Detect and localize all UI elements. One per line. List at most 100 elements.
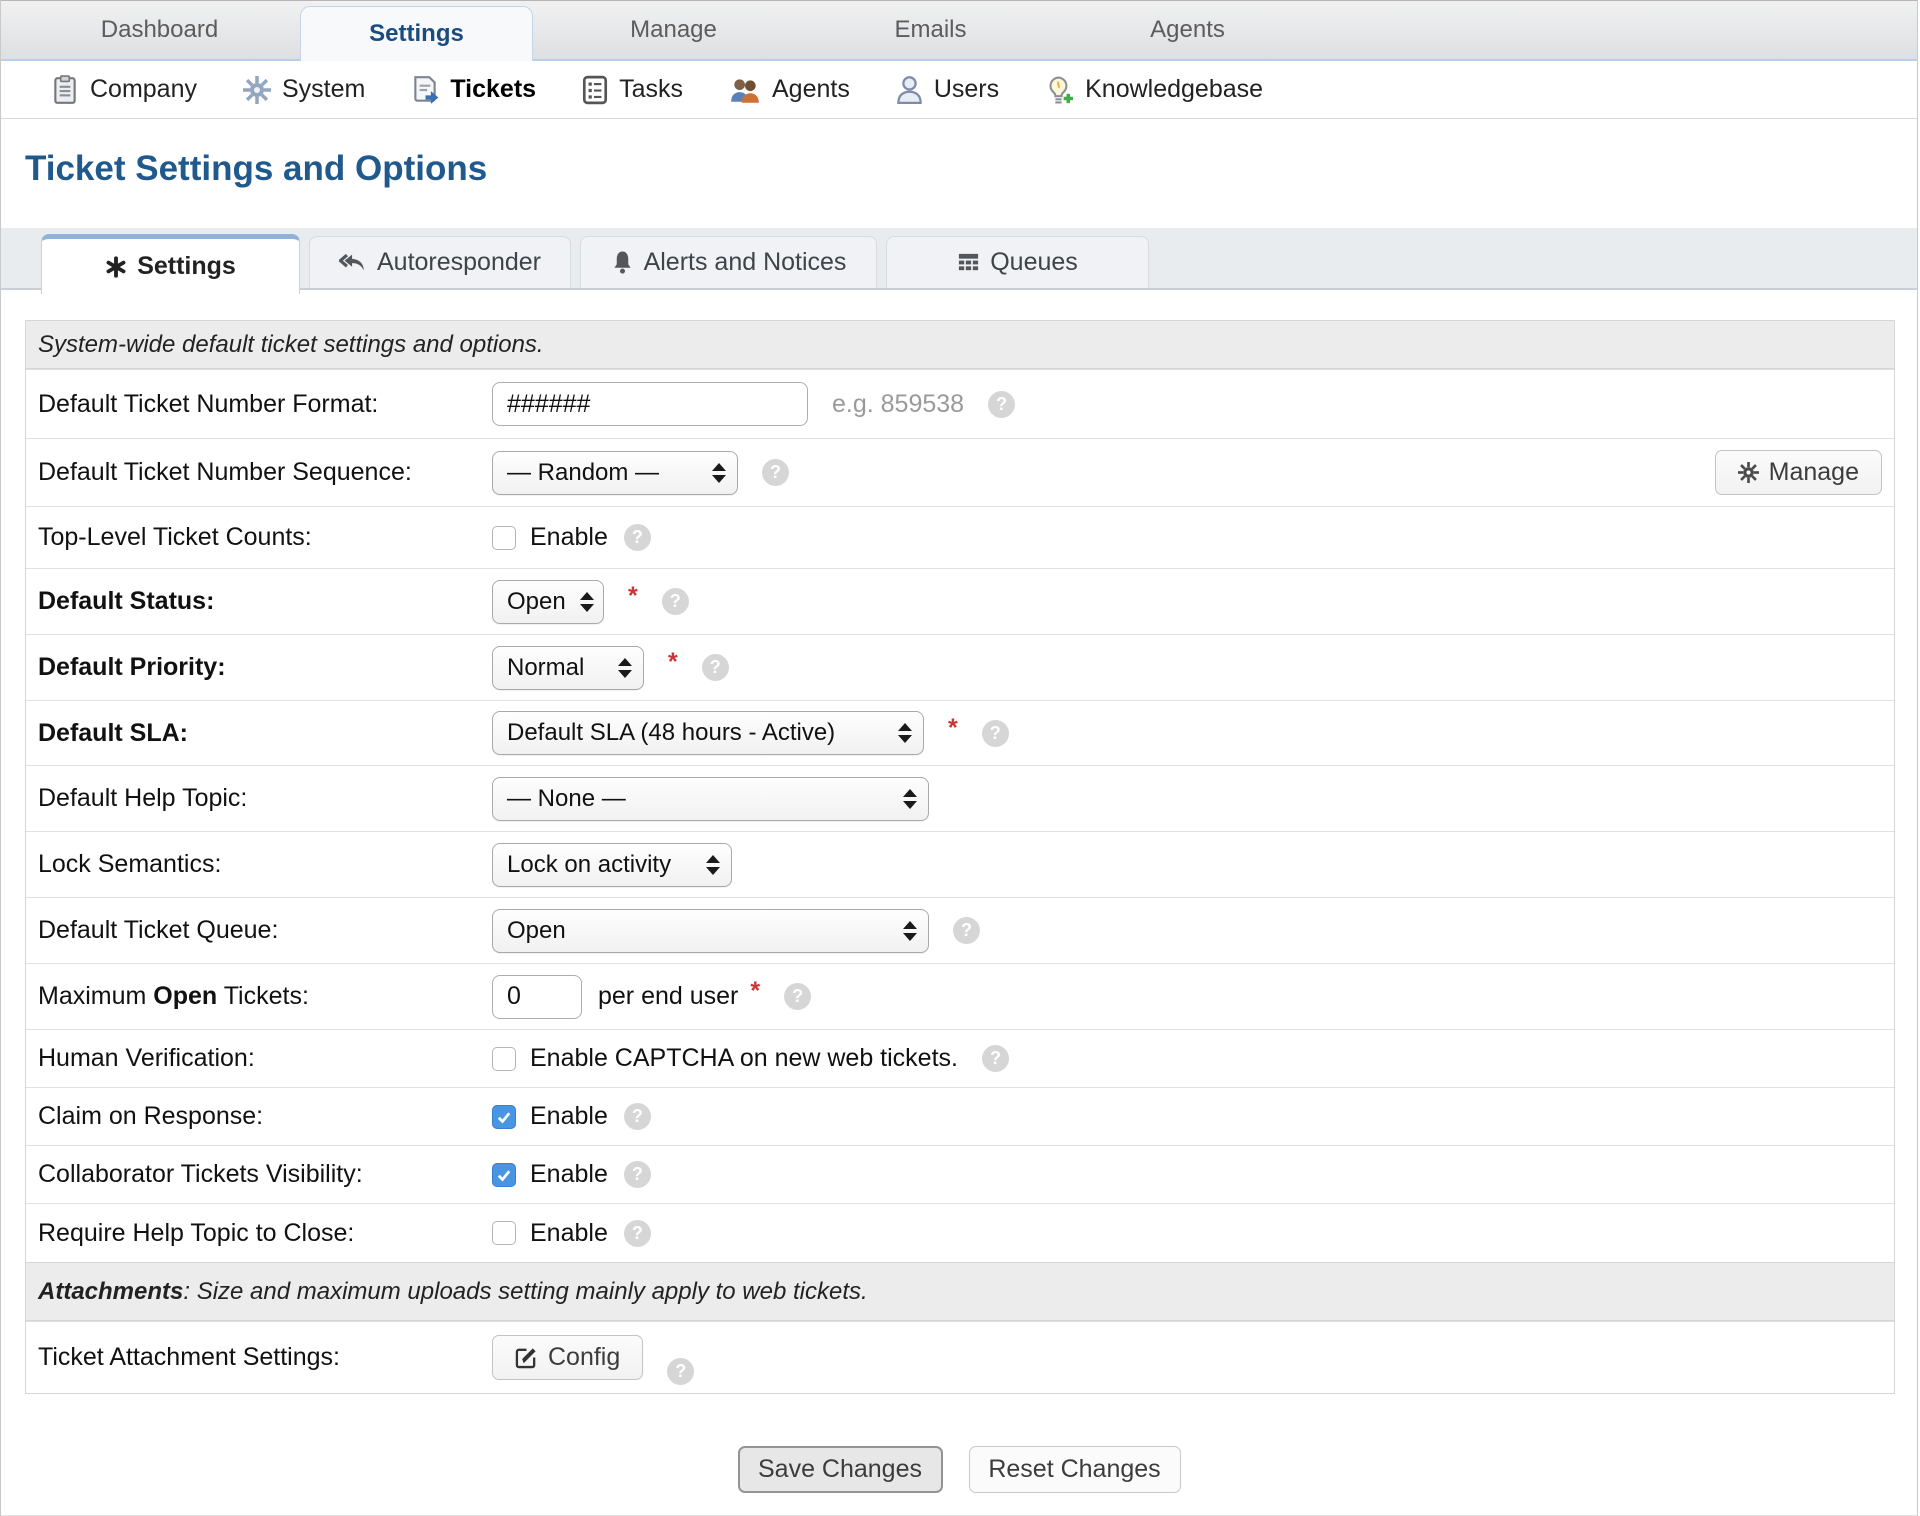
bell-icon bbox=[611, 250, 634, 275]
subnav-item-knowledgebase[interactable]: Knowledgebase bbox=[1045, 75, 1263, 105]
ticket-document-icon bbox=[411, 75, 439, 105]
help-icon[interactable]: ? bbox=[762, 459, 789, 486]
select-value: Lock on activity bbox=[507, 850, 672, 878]
topnav-tab-manage[interactable]: Manage bbox=[545, 1, 802, 59]
tab-queues[interactable]: Queues bbox=[886, 236, 1149, 288]
required-asterisk: * bbox=[668, 648, 678, 676]
collaborator-visibility-checkbox[interactable] bbox=[492, 1162, 516, 1187]
claim-on-response-checkbox[interactable] bbox=[492, 1104, 516, 1129]
row-require-help-topic-to-close: Require Help Topic to Close: Enable ? bbox=[26, 1203, 1894, 1262]
help-icon[interactable]: ? bbox=[988, 390, 1016, 418]
row-top-level-ticket-counts: Top-Level Ticket Counts: Enable ? bbox=[26, 506, 1894, 568]
row-default-ticket-number-sequence: Default Ticket Number Sequence: — Random… bbox=[26, 438, 1894, 506]
required-asterisk: * bbox=[750, 977, 761, 1005]
checkbox-label: Enable bbox=[530, 1102, 608, 1130]
help-icon[interactable]: ? bbox=[701, 654, 729, 681]
require-help-topic-checkbox[interactable] bbox=[492, 1221, 516, 1245]
default-ticket-queue-select[interactable]: Open bbox=[492, 908, 929, 953]
topnav-tab-dashboard[interactable]: Dashboard bbox=[31, 1, 288, 59]
row-lock-semantics: Lock Semantics: Lock on activity bbox=[26, 831, 1894, 897]
tab-label: Queues bbox=[990, 248, 1078, 276]
tab-alerts-and-notices[interactable]: Alerts and Notices bbox=[580, 236, 877, 288]
help-icon[interactable]: ? bbox=[623, 1219, 651, 1247]
captcha-checkbox[interactable] bbox=[492, 1046, 516, 1071]
select-value: Default SLA (48 hours - Active) bbox=[507, 719, 836, 746]
subnav-label: Agents bbox=[771, 75, 850, 103]
row-human-verification: Human Verification: Enable CAPTCHA on ne… bbox=[26, 1029, 1894, 1087]
subnav-item-tasks[interactable]: Tasks bbox=[582, 75, 683, 105]
max-open-tickets-input[interactable]: 0 bbox=[492, 974, 582, 1019]
config-attachments-button[interactable]: Config bbox=[492, 1335, 644, 1380]
topnav-tab-emails[interactable]: Emails bbox=[802, 1, 1059, 59]
asterisk-icon bbox=[105, 255, 127, 278]
help-icon[interactable]: ? bbox=[953, 917, 980, 944]
help-icon[interactable]: ? bbox=[784, 983, 812, 1010]
select-arrows-icon bbox=[712, 462, 726, 483]
subnav-label: Tickets bbox=[450, 75, 537, 103]
help-icon[interactable]: ? bbox=[623, 1103, 651, 1130]
select-arrows-icon bbox=[579, 591, 594, 612]
field-label: Claim on Response: bbox=[38, 1102, 264, 1130]
task-list-icon bbox=[582, 75, 608, 105]
subnav-label: System bbox=[282, 75, 366, 103]
select-value: Normal bbox=[507, 653, 585, 681]
topnav-tab-settings[interactable]: Settings bbox=[300, 6, 533, 61]
required-asterisk: * bbox=[948, 713, 958, 742]
subnav-item-system[interactable]: System bbox=[243, 75, 365, 104]
help-icon[interactable]: ? bbox=[667, 1358, 695, 1385]
row-maximum-open-tickets: Maximum Open Tickets: 0 per end user * ? bbox=[26, 963, 1894, 1029]
section-header-general: System-wide default ticket settings and … bbox=[26, 321, 1894, 369]
subnav-item-users[interactable]: Users bbox=[896, 75, 999, 104]
subnav-item-agents[interactable]: Agents bbox=[729, 75, 850, 104]
row-default-sla: Default SLA: Default SLA (48 hours - Act… bbox=[26, 700, 1894, 765]
default-sla-select[interactable]: Default SLA (48 hours - Active) bbox=[492, 711, 924, 755]
lock-semantics-select[interactable]: Lock on activity bbox=[492, 842, 732, 887]
top-level-counts-checkbox[interactable] bbox=[492, 525, 516, 550]
field-label: Default Ticket Number Format: bbox=[38, 389, 379, 418]
tab-settings[interactable]: Settings bbox=[41, 234, 300, 294]
ticket-number-format-input[interactable]: ###### bbox=[492, 382, 808, 426]
checkbox-label: Enable bbox=[530, 1218, 608, 1247]
tab-label: Alerts and Notices bbox=[643, 248, 847, 276]
select-arrows-icon bbox=[903, 788, 917, 809]
select-value: Open bbox=[507, 587, 566, 615]
field-label: Default Ticket Queue: bbox=[38, 916, 279, 944]
user-icon bbox=[896, 75, 923, 104]
tab-autoresponder[interactable]: Autoresponder bbox=[309, 236, 571, 288]
reset-changes-button[interactable]: Reset Changes bbox=[968, 1446, 1181, 1493]
tab-label: Autoresponder bbox=[376, 248, 541, 276]
top-navigation: Dashboard Settings Manage Emails Agents bbox=[1, 0, 1917, 61]
help-icon[interactable]: ? bbox=[981, 719, 1009, 747]
reply-all-icon bbox=[338, 251, 367, 275]
field-suffix: per end user bbox=[598, 982, 739, 1010]
field-label: Default Priority: bbox=[38, 653, 226, 681]
agents-people-icon bbox=[729, 76, 761, 104]
row-default-ticket-queue: Default Ticket Queue: Open ? bbox=[26, 897, 1894, 963]
select-arrows-icon bbox=[706, 854, 720, 875]
row-collaborator-tickets-visibility: Collaborator Tickets Visibility: Enable … bbox=[26, 1145, 1894, 1203]
admin-panel-page: Dashboard Settings Manage Emails Agents … bbox=[0, 0, 1918, 1516]
save-changes-button[interactable]: Save Changes bbox=[737, 1446, 943, 1493]
settings-sub-navigation: Company System Tickets Tasks Agents User… bbox=[1, 61, 1917, 119]
row-default-priority: Default Priority: Normal * ? bbox=[26, 634, 1894, 700]
default-status-select[interactable]: Open bbox=[492, 579, 604, 624]
subnav-item-company[interactable]: Company bbox=[51, 74, 197, 105]
field-label: Collaborator Tickets Visibility: bbox=[38, 1160, 363, 1188]
help-icon[interactable]: ? bbox=[623, 524, 651, 551]
help-icon[interactable]: ? bbox=[623, 1161, 651, 1188]
help-icon[interactable]: ? bbox=[981, 1045, 1009, 1072]
row-default-status: Default Status: Open * ? bbox=[26, 568, 1894, 634]
default-help-topic-select[interactable]: — None — bbox=[492, 776, 929, 821]
checkbox-label: Enable CAPTCHA on new web tickets. bbox=[530, 1044, 958, 1072]
subnav-item-tickets[interactable]: Tickets bbox=[411, 75, 536, 105]
help-icon[interactable]: ? bbox=[661, 588, 689, 615]
required-asterisk: * bbox=[628, 582, 638, 610]
manage-sequences-button[interactable]: Manage bbox=[1714, 450, 1882, 495]
table-grid-icon bbox=[957, 251, 980, 274]
topnav-tab-agents[interactable]: Agents bbox=[1059, 1, 1316, 59]
section-header-text: System-wide default ticket settings and … bbox=[38, 330, 544, 358]
section-header-text: Attachments: Size and maximum uploads se… bbox=[38, 1277, 868, 1305]
number-sequence-select[interactable]: — Random — bbox=[492, 450, 738, 495]
subnav-label: Users bbox=[933, 75, 1000, 103]
default-priority-select[interactable]: Normal bbox=[492, 645, 644, 690]
